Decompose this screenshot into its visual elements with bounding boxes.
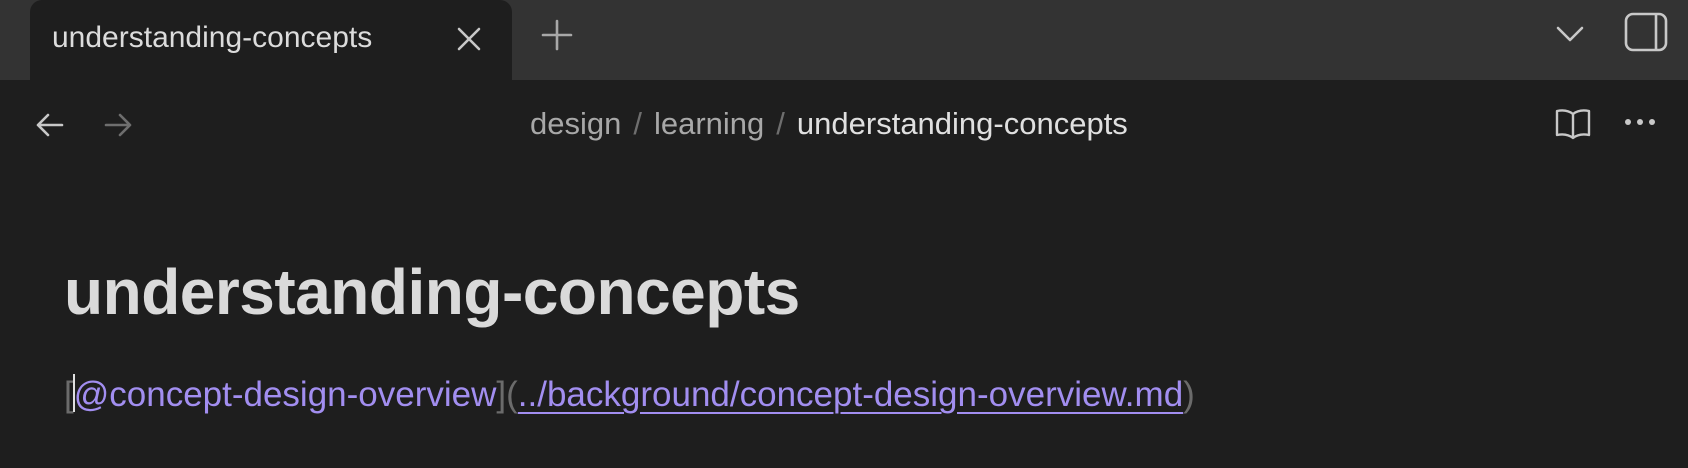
editor-line[interactable]: [@concept-design-overview](../background… [64, 372, 1195, 418]
book-open-icon[interactable] [1554, 106, 1592, 142]
close-icon[interactable] [454, 24, 484, 54]
link-url[interactable]: ../background/concept-design-overview.md [518, 375, 1183, 414]
breadcrumb: design / learning / understanding-concepts [530, 104, 1128, 144]
breadcrumb-separator: / [633, 106, 642, 141]
breadcrumb-item-current[interactable]: understanding-concepts [797, 106, 1128, 141]
markdown-link-separator: ]( [496, 375, 518, 414]
sidebar-toggle-icon[interactable] [1624, 12, 1668, 52]
arrow-right-icon[interactable] [102, 110, 134, 140]
breadcrumb-item-design[interactable]: design [530, 106, 621, 141]
chevron-down-icon[interactable] [1555, 22, 1585, 46]
plus-icon[interactable] [540, 18, 574, 52]
tab-understanding-concepts[interactable]: understanding-concepts [30, 0, 512, 80]
arrow-left-icon[interactable] [34, 110, 66, 140]
view-header: design / learning / understanding-concepts [0, 80, 1688, 170]
breadcrumb-item-learning[interactable]: learning [654, 106, 764, 141]
markdown-close-paren: ) [1183, 375, 1195, 414]
note-title[interactable]: understanding-concepts [64, 252, 800, 332]
link-text[interactable]: @concept-design-overview [74, 375, 497, 414]
more-options-icon[interactable] [1622, 116, 1658, 128]
tab-bar: understanding-concepts [0, 0, 1688, 80]
breadcrumb-separator: / [776, 106, 785, 141]
tab-title: understanding-concepts [52, 21, 373, 54]
